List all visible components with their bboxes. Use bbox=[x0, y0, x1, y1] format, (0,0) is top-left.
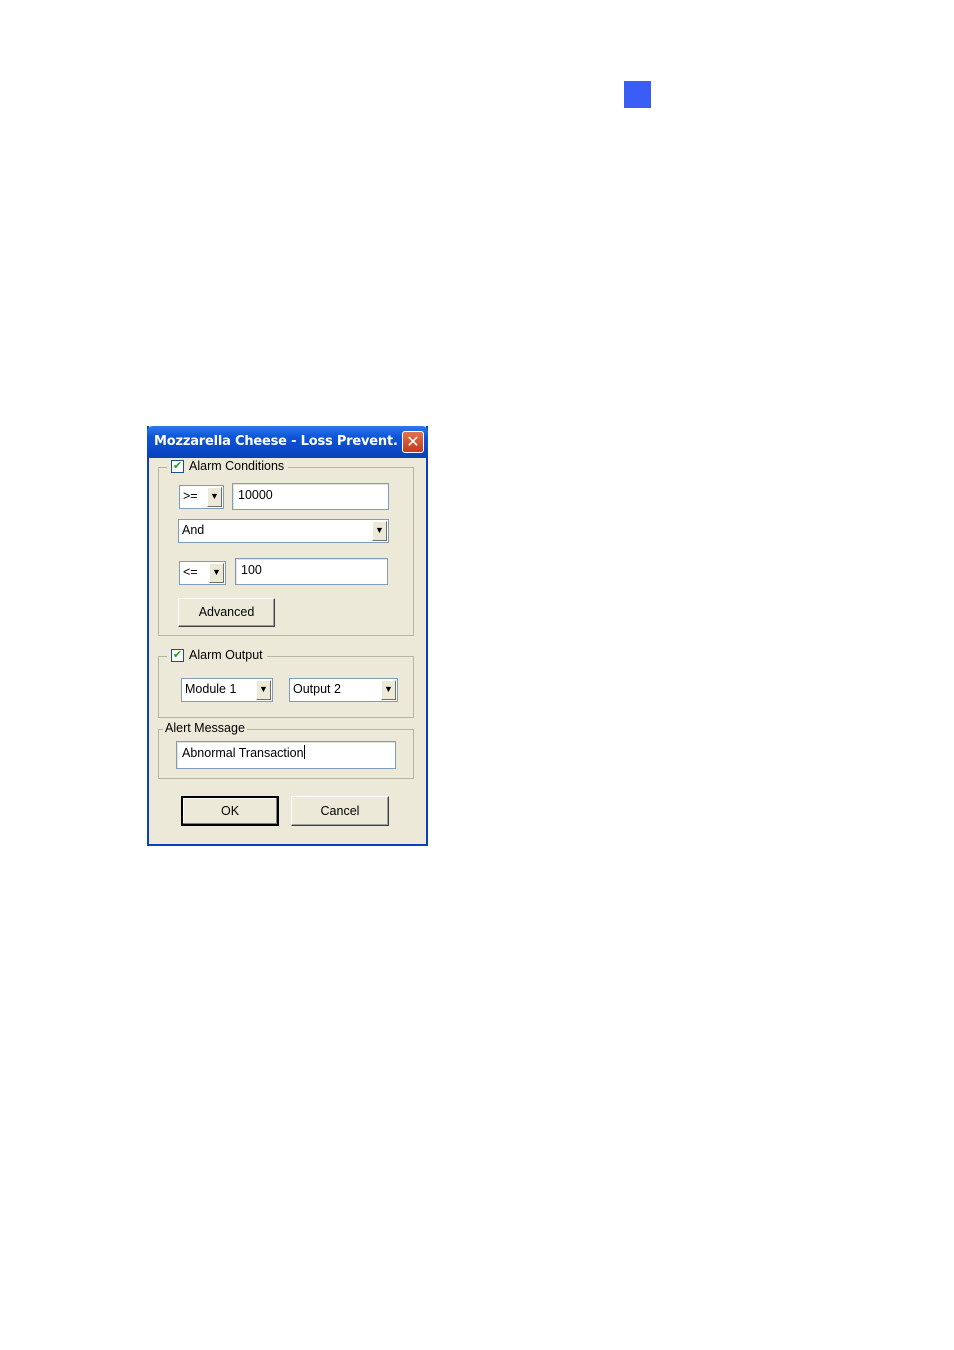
logic-operator-select[interactable]: And ▼ bbox=[178, 519, 389, 543]
condition2-operator-select[interactable]: <= ▼ bbox=[179, 561, 226, 585]
dialog-title: Mozzarella Cheese - Loss Prevent... bbox=[154, 434, 399, 449]
alarm-conditions-checkbox[interactable]: ✔ bbox=[171, 459, 184, 473]
alert-message-value: Abnormal Transaction bbox=[182, 746, 304, 760]
alarm-conditions-group: ✔ Alarm Conditions >= ▼ 10000 And ▼ <= ▼… bbox=[158, 459, 414, 636]
advanced-button[interactable]: Advanced bbox=[178, 598, 275, 627]
chevron-down-icon[interactable]: ▼ bbox=[381, 680, 396, 700]
chevron-down-icon[interactable]: ▼ bbox=[256, 680, 271, 700]
page-marker-square bbox=[624, 81, 651, 108]
chevron-down-icon[interactable]: ▼ bbox=[209, 563, 224, 583]
condition1-operator-select[interactable]: >= ▼ bbox=[179, 485, 224, 509]
checkmark-icon: ✔ bbox=[172, 648, 183, 661]
close-button[interactable]: ✕ bbox=[402, 431, 424, 453]
cancel-button[interactable]: Cancel bbox=[291, 796, 389, 826]
chevron-down-icon[interactable]: ▼ bbox=[207, 487, 222, 507]
chevron-down-icon[interactable]: ▼ bbox=[372, 521, 387, 541]
alert-message-label: Alert Message bbox=[165, 721, 245, 735]
alarm-output-checkbox[interactable]: ✔ bbox=[171, 648, 184, 662]
alarm-conditions-legend: ✔ Alarm Conditions bbox=[167, 459, 289, 473]
alert-message-group: Alert Message Abnormal Transaction bbox=[158, 721, 414, 779]
close-icon: ✕ bbox=[406, 432, 420, 451]
condition1-value-input[interactable]: 10000 bbox=[232, 483, 389, 510]
alarm-output-label: Alarm Output bbox=[189, 648, 263, 662]
module-select[interactable]: Module 1 ▼ bbox=[181, 678, 273, 702]
checkmark-icon: ✔ bbox=[172, 459, 183, 472]
loss-prevention-dialog: Mozzarella Cheese - Loss Prevent... ✕ ✔ … bbox=[147, 426, 428, 846]
alert-message-input[interactable]: Abnormal Transaction bbox=[176, 741, 396, 769]
ok-button[interactable]: OK bbox=[181, 796, 279, 826]
alarm-output-group: ✔ Alarm Output Module 1 ▼ Output 2 ▼ bbox=[158, 648, 414, 718]
title-bar[interactable]: Mozzarella Cheese - Loss Prevent... ✕ bbox=[147, 426, 428, 458]
alarm-output-legend: ✔ Alarm Output bbox=[167, 648, 267, 662]
alarm-conditions-label: Alarm Conditions bbox=[189, 459, 285, 473]
alert-message-legend: Alert Message bbox=[163, 721, 247, 735]
output-select[interactable]: Output 2 ▼ bbox=[289, 678, 398, 702]
condition2-value-input[interactable]: 100 bbox=[235, 558, 388, 585]
text-cursor bbox=[303, 745, 305, 759]
